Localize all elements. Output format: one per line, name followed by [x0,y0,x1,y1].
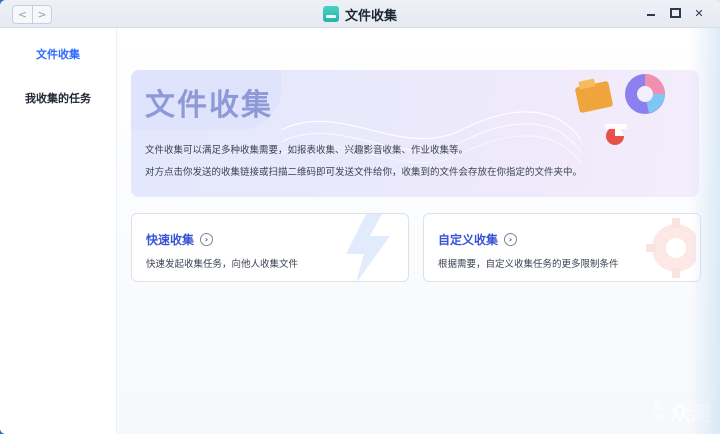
chevron-right-circle-icon: › [200,233,214,246]
main-content: 文件收集 文件收集可以满足多种收集需要，如报表收集、兴趣影音收集、作业收集等。 … [117,28,720,434]
card-description: 根据需要，自定义收集任务的更多限制条件 [438,259,619,270]
banner-description: 文件收集可以满足多种收集需要，如报表收集、兴趣影音收集、作业收集等。 对方点击你… [145,140,582,184]
lightning-decoration-icon [346,214,390,281]
card-header: 自定义收集 › [438,231,518,248]
window-title-area: 文件收集 [0,0,720,28]
card-description: 快速发起收集任务，向他人收集文件 [146,259,299,270]
intro-banner: 文件收集 文件收集可以满足多种收集需要，如报表收集、兴趣影音收集、作业收集等。 … [131,70,699,197]
watermark: 新浪 众测 [652,397,712,426]
titlebar: < > 文件收集 [0,0,720,28]
maximize-button[interactable] [668,6,682,20]
window-title: 文件收集 [344,8,397,24]
window-body: 文件收集 我收集的任务 文件收集 文件收集可以满足多种收集需要，如报表收集、兴趣… [0,28,720,434]
card-title: 自定义收集 [438,233,499,247]
card-title: 快速收集 [146,233,195,247]
sidebar-item-my-tasks[interactable]: 我收集的任务 [0,82,116,114]
minimize-button[interactable] [644,6,658,20]
sidebar-item-file-collection[interactable]: 文件收集 [0,38,116,70]
sidebar-item-label: 文件收集 [36,48,80,61]
watermark-left: 新浪 [653,399,665,424]
banner-desc-line-1: 文件收集可以满足多种收集需要，如报表收集、兴趣影音收集、作业收集等。 [145,145,469,156]
watermark-right: 众测 [670,401,712,425]
sidebar-item-label: 我收集的任务 [25,92,91,105]
folder-chart-illustration-icon [575,74,665,145]
banner-desc-line-2: 对方点击你发送的收集链接或扫描二维码即可发送文件给你，收集到的文件会存放在你指定… [145,167,583,178]
close-button[interactable] [692,6,706,20]
file-collection-icon [322,6,339,22]
chevron-right-circle-icon: › [504,233,518,246]
sidebar: 文件收集 我收集的任务 [0,28,117,434]
custom-collect-card[interactable]: 自定义收集 › 根据需要，自定义收集任务的更多限制条件 [423,213,701,282]
card-header: 快速收集 › [146,231,214,248]
quick-collect-card[interactable]: 快速收集 › 快速发起收集任务，向他人收集文件 [131,213,409,282]
banner-title: 文件收集 [145,88,273,123]
window-controls [644,6,706,20]
gear-decoration-icon [646,218,696,278]
app-window: < > 文件收集 文件收集 我收集的任务 [0,0,720,434]
